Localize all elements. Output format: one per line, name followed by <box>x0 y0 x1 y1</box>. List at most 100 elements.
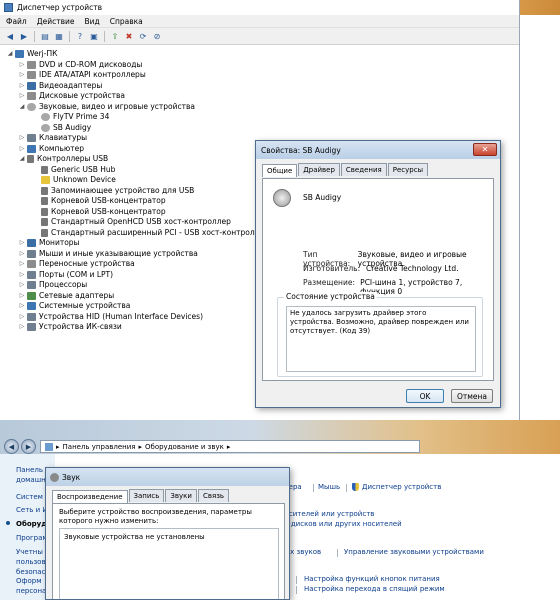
cancel-button[interactable]: Отмена <box>451 389 493 403</box>
tree-item-label: Устройства ИК-связи <box>39 322 122 331</box>
device-status-group: Состояние устройства Не удалось загрузит… <box>277 292 483 377</box>
breadcrumb-control-panel[interactable]: Панель управления <box>63 443 136 451</box>
toolbar-separator <box>104 30 105 42</box>
menu-view[interactable]: Вид <box>84 17 99 26</box>
expand-arrow-icon[interactable]: ▷ <box>18 81 26 92</box>
device-icon <box>27 312 36 321</box>
back-button-icon[interactable]: ◀ <box>4 439 19 454</box>
device-icon <box>27 239 36 248</box>
sound-tabs: Воспроизведение Запись Звуки Связь <box>46 486 289 503</box>
breadcrumb-hardware-sound[interactable]: Оборудование и звук <box>145 443 224 451</box>
expand-arrow-icon[interactable]: ▷ <box>18 280 26 291</box>
link-separator <box>296 576 297 584</box>
collapse-arrow-icon[interactable]: ◢ <box>18 102 26 113</box>
sidebar-item[interactable]: Програм <box>16 534 48 542</box>
tree-item[interactable]: ▷ DVD и CD-ROM дисководы <box>4 60 519 71</box>
expand-arrow-icon[interactable]: ▷ <box>18 133 26 144</box>
forward-button-icon[interactable]: ▶ <box>21 439 36 454</box>
menu-file[interactable]: Файл <box>6 17 27 26</box>
sidebar-item[interactable]: Оборуд <box>16 520 47 528</box>
tree-item[interactable]: ◢ Werj-ПК <box>4 49 519 60</box>
update-driver-icon[interactable]: ⇧ <box>109 30 121 42</box>
tree-item[interactable]: FlyTV Prime 34 <box>4 112 519 123</box>
tab-details[interactable]: Сведения <box>340 163 387 176</box>
tab-general[interactable]: Общие <box>262 164 298 177</box>
expand-arrow-icon[interactable]: ▷ <box>18 70 26 81</box>
expand-arrow-icon[interactable]: ▷ <box>18 91 26 102</box>
collapse-arrow-icon[interactable]: ◢ <box>18 154 26 165</box>
device-icon <box>41 165 48 174</box>
menu-help[interactable]: Справка <box>110 17 143 26</box>
sidebar-item[interactable]: домашн <box>16 476 46 484</box>
breadcrumb-separator: ▸ <box>226 442 231 451</box>
device-status-text[interactable]: Не удалось загрузить драйвер этого устро… <box>286 306 476 372</box>
sidebar-item[interactable]: персона <box>16 587 46 595</box>
tree-item[interactable]: ▷ Дисковые устройства <box>4 91 519 102</box>
disable-device-icon[interactable]: ⊘ <box>151 30 163 42</box>
tree-item[interactable]: ▷ Видеоадаптеры <box>4 81 519 92</box>
expand-arrow-icon[interactable]: ▷ <box>18 259 26 270</box>
expand-arrow-icon[interactable]: ▷ <box>18 270 26 281</box>
menu-action[interactable]: Действие <box>37 17 75 26</box>
tab-sounds[interactable]: Звуки <box>165 489 197 502</box>
device-icon <box>27 144 36 153</box>
properties-icon[interactable]: ▦ <box>53 30 65 42</box>
playback-device-list[interactable]: Звуковые устройства не установлены <box>59 528 279 599</box>
show-hide-tree-icon[interactable]: ▤ <box>39 30 51 42</box>
device-icon <box>41 186 48 195</box>
sidebar-item[interactable]: Систем <box>16 493 43 501</box>
tab-communications[interactable]: Связь <box>197 489 230 502</box>
link-sleep-settings[interactable]: Настройка перехода в спящий режим <box>304 585 445 593</box>
collapse-arrow-icon[interactable]: ◢ <box>6 49 14 60</box>
expand-arrow-icon[interactable]: ▷ <box>18 312 26 323</box>
ok-button[interactable]: OK <box>406 389 444 403</box>
device-icon <box>27 260 36 269</box>
close-button[interactable]: ✕ <box>473 143 497 156</box>
warning-device-icon <box>41 176 50 185</box>
help-icon[interactable]: ? <box>74 30 86 42</box>
back-arrow-icon[interactable]: ◀ <box>4 30 16 42</box>
device-icon <box>27 102 36 111</box>
scan-hardware-icon[interactable]: ⟳ <box>137 30 149 42</box>
expand-arrow-icon[interactable]: ▷ <box>18 301 26 312</box>
sidebar-item[interactable]: пользов <box>16 558 46 566</box>
tree-item-label: SB Audigy <box>53 122 92 132</box>
expand-arrow-icon[interactable]: ▷ <box>18 291 26 302</box>
tree-item[interactable]: ◢ Звуковые, видео и игровые устройства <box>4 102 519 113</box>
sidebar-item[interactable]: Оформ <box>16 577 42 585</box>
sidebar-item[interactable]: безопас <box>16 568 45 576</box>
sound-dialog: Звук Воспроизведение Запись Звуки Связь … <box>45 467 290 600</box>
manufacturer-value: Creative Technology Ltd. <box>366 264 459 273</box>
expand-arrow-icon[interactable]: ▷ <box>18 249 26 260</box>
manufacturer-row: Изготовитель: Creative Technology Ltd. <box>303 264 459 273</box>
tree-item[interactable]: ▷ IDE ATA/ATAPI контроллеры <box>4 70 519 81</box>
sidebar-item[interactable]: Учетны <box>16 548 43 556</box>
tab-driver[interactable]: Драйвер <box>298 163 340 176</box>
sound-title-bar: Звук <box>46 468 289 486</box>
address-bar[interactable]: ▸ Панель управления ▸ Оборудование и зву… <box>40 440 420 453</box>
link-device-manager[interactable]: Диспетчер устройств <box>362 483 441 491</box>
sidebar-item[interactable]: Панель <box>16 466 43 474</box>
link-autoplay-devices[interactable]: носителей или устройств <box>280 510 374 518</box>
tree-item-label: Стандартный расширенный PCI - USB хост-к… <box>51 227 269 237</box>
link-power-buttons[interactable]: Настройка функций кнопок питания <box>304 575 440 583</box>
toolbar-separator <box>69 30 70 42</box>
link-mouse[interactable]: Мышь <box>318 483 340 491</box>
sidebar-item[interactable]: Сеть и И <box>16 506 48 514</box>
tab-playback[interactable]: Воспроизведение <box>52 490 128 503</box>
view-icon[interactable]: ▣ <box>88 30 100 42</box>
device-manager-title-bar: Диспетчер устройств <box>0 0 519 15</box>
tab-recording[interactable]: Запись <box>128 489 165 502</box>
forward-arrow-icon[interactable]: ▶ <box>18 30 30 42</box>
expand-arrow-icon[interactable]: ▷ <box>18 322 26 333</box>
uninstall-icon[interactable]: ✖ <box>123 30 135 42</box>
link-manage-audio-devices[interactable]: Управление звуковыми устройствами <box>344 548 484 556</box>
tree-item[interactable]: SB Audigy <box>4 123 519 134</box>
expand-arrow-icon[interactable]: ▷ <box>18 144 26 155</box>
link-separator <box>337 549 338 557</box>
tree-item-label: FlyTV Prime 34 <box>53 112 110 121</box>
expand-arrow-icon[interactable]: ▷ <box>18 60 26 71</box>
link-autoplay-cds[interactable]: кт-дисков или других носителей <box>280 520 402 528</box>
tab-resources[interactable]: Ресурсы <box>387 163 429 176</box>
expand-arrow-icon[interactable]: ▷ <box>18 238 26 249</box>
